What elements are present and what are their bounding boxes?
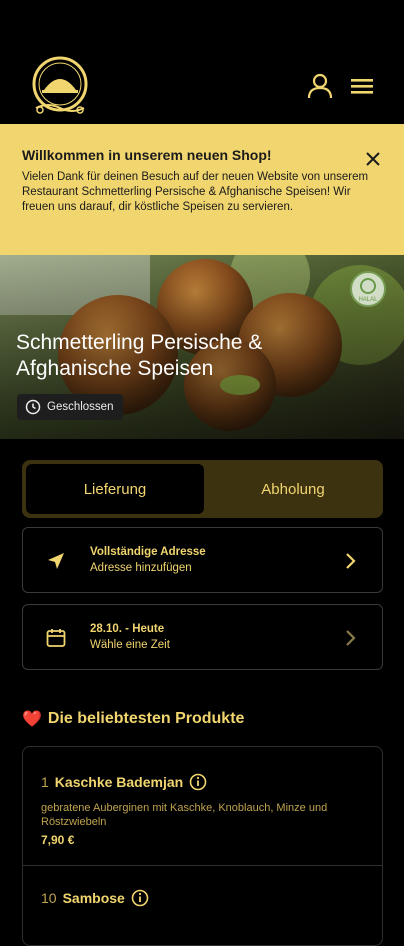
welcome-banner: Willkommen in unserem neuen Shop! Vielen…: [0, 124, 404, 255]
product-item[interactable]: 10 Sambose: [41, 889, 149, 907]
user-icon[interactable]: [306, 72, 334, 100]
chevron-right-icon: [346, 553, 356, 569]
divider: [23, 865, 382, 866]
close-icon[interactable]: [364, 150, 382, 168]
app-header: [0, 0, 404, 124]
info-icon[interactable]: [131, 889, 149, 907]
time-subtitle: Wähle eine Zeit: [90, 639, 170, 651]
halal-label: HALAL: [358, 297, 378, 303]
tab-abholung[interactable]: Abholung: [204, 464, 382, 514]
tab-lieferung[interactable]: Lieferung: [26, 464, 204, 514]
menu-icon[interactable]: [348, 72, 376, 100]
heart-icon: ❤️: [22, 711, 42, 728]
navigation-arrow-icon: [48, 553, 64, 569]
product-number: 1: [41, 774, 49, 790]
banner-title: Willkommen in unserem neuen Shop!: [22, 147, 272, 163]
restaurant-title: Schmetterling Persische & Afghanische Sp…: [16, 331, 263, 380]
product-number: 10: [41, 890, 57, 906]
banner-text: Vielen Dank für deinen Besuch auf der ne…: [22, 171, 369, 213]
address-card[interactable]: Vollständige Adresse Adresse hinzufügen: [22, 527, 383, 593]
product-list: 1 Kaschke Bademjan gebratene Auberginen …: [22, 746, 383, 946]
time-title: 28.10. - Heute: [90, 623, 165, 635]
product-name: Sambose: [62, 890, 125, 906]
address-title: Vollständige Adresse: [90, 546, 206, 558]
product-item[interactable]: 1 Kaschke Bademjan gebratene Auberginen …: [41, 773, 351, 847]
halal-badge-icon: HALAL: [350, 271, 386, 307]
popular-products-heading: ❤️ Die beliebtesten Produkte: [22, 709, 244, 729]
product-description: gebratene Auberginen mit Kaschke, Knobla…: [41, 802, 328, 828]
status-label: Geschlossen: [47, 401, 114, 413]
info-icon[interactable]: [189, 773, 207, 791]
product-name: Kaschke Bademjan: [54, 774, 184, 790]
address-subtitle: Adresse hinzufügen: [90, 562, 192, 574]
restaurant-logo-icon[interactable]: [30, 56, 90, 116]
time-card[interactable]: 28.10. - Heute Wähle eine Zeit: [22, 604, 383, 670]
order-type-tabs: Lieferung Abholung: [22, 460, 383, 518]
chevron-right-icon: [346, 630, 356, 646]
status-badge: Geschlossen: [17, 394, 124, 420]
product-price: 7,90 €: [41, 833, 75, 847]
clock-icon: [25, 399, 41, 415]
calendar-icon: [46, 629, 66, 647]
popular-title: Die beliebtesten Produkte: [47, 710, 245, 727]
